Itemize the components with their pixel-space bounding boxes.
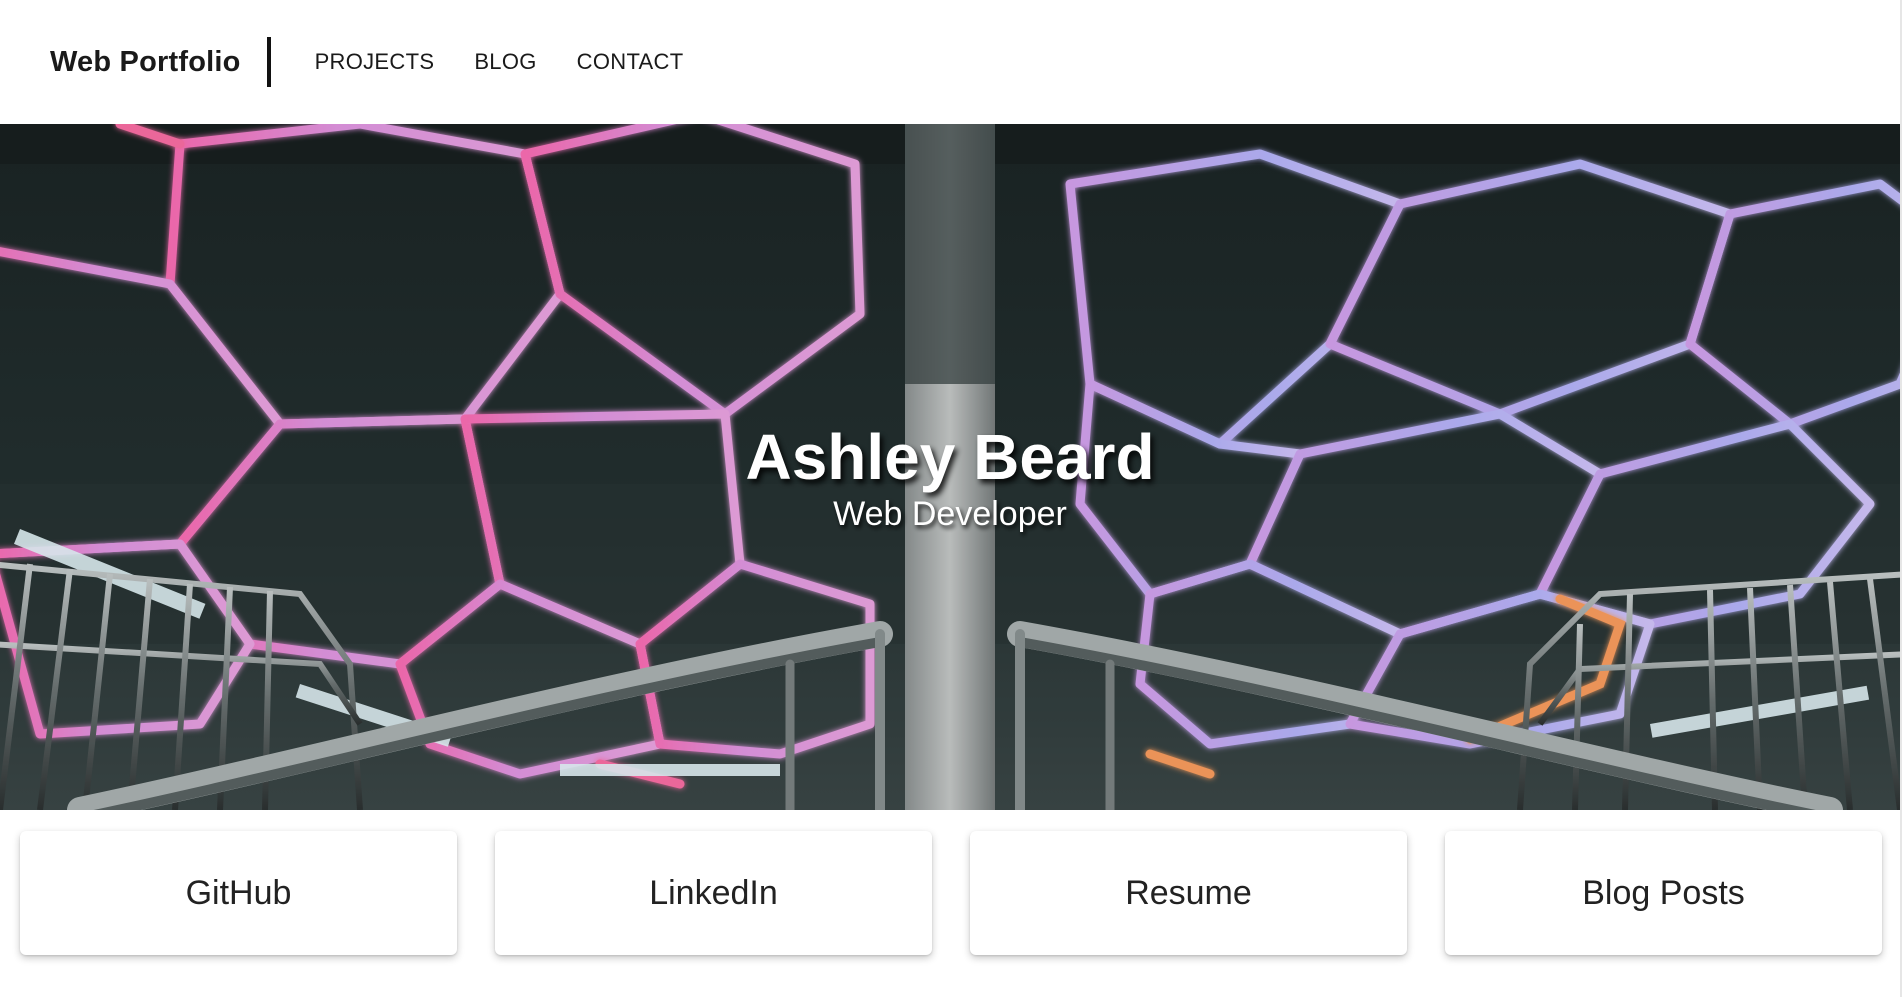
card-label: Blog Posts: [1582, 873, 1745, 912]
main-nav: PROJECTS BLOG CONTACT: [315, 49, 684, 75]
nav-link-contact[interactable]: CONTACT: [577, 49, 684, 75]
hero-text: Ashley Beard Web Developer: [0, 124, 1900, 810]
portfolio-page: Web Portfolio PROJECTS BLOG CONTACT Ashl…: [0, 0, 1902, 997]
brand-divider: [266, 37, 271, 87]
brand-logo-link[interactable]: Web Portfolio: [50, 46, 241, 79]
nav-link-projects[interactable]: PROJECTS: [315, 49, 435, 75]
card-label: LinkedIn: [649, 873, 778, 912]
link-cards: GitHub LinkedIn Resume Blog Posts: [20, 831, 1882, 955]
card-resume[interactable]: Resume: [970, 831, 1407, 955]
card-github[interactable]: GitHub: [20, 831, 457, 955]
hero-role: Web Developer: [833, 495, 1067, 534]
card-blog-posts[interactable]: Blog Posts: [1445, 831, 1882, 955]
nav-link-blog[interactable]: BLOG: [474, 49, 536, 75]
hero-banner: Ashley Beard Web Developer: [0, 124, 1900, 810]
card-linkedin[interactable]: LinkedIn: [495, 831, 932, 955]
card-label: Resume: [1125, 873, 1252, 912]
card-label: GitHub: [185, 873, 292, 912]
site-header: Web Portfolio PROJECTS BLOG CONTACT: [0, 0, 1900, 124]
hero-name: Ashley Beard: [745, 420, 1155, 493]
